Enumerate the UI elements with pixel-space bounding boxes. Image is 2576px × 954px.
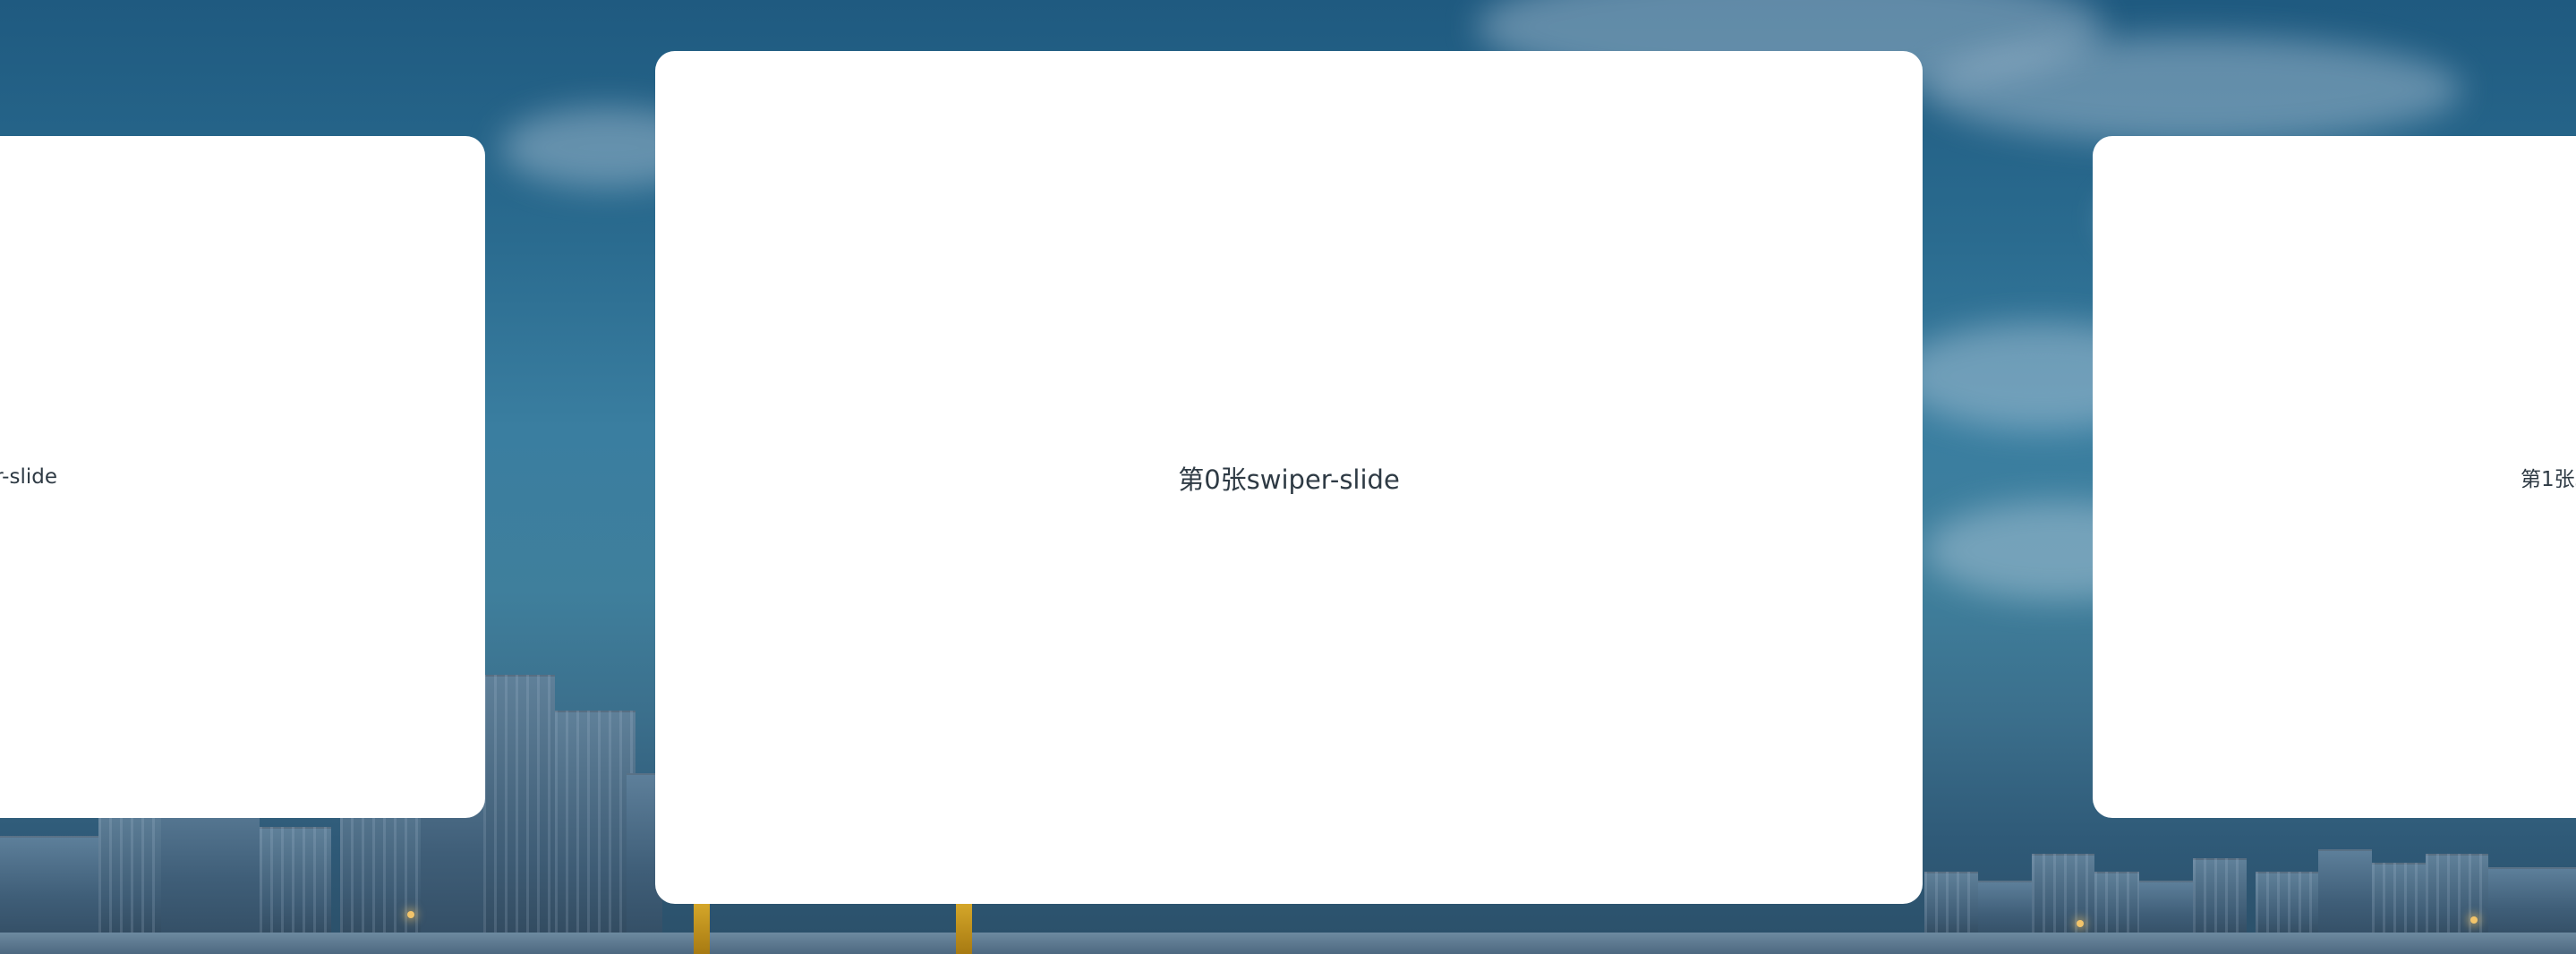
swiper-slide-prev[interactable]: er-slide <box>0 136 485 818</box>
city-light <box>2077 920 2084 927</box>
slide-label: 第1张s <box>2521 468 2576 491</box>
slide-label: 第0张swiper-slide <box>1178 464 1400 495</box>
river <box>0 933 2576 954</box>
swiper-slide-next[interactable]: 第1张s <box>2093 136 2576 818</box>
city-light <box>2470 916 2478 924</box>
pier-post <box>956 902 972 954</box>
slide-label: er-slide <box>0 465 57 489</box>
swiper-container[interactable]: er-slide 第0张swiper-slide 第1张s <box>0 0 2576 954</box>
swiper-slide-active[interactable]: 第0张swiper-slide <box>655 51 1923 904</box>
pier-post <box>694 902 710 954</box>
city-light <box>407 911 414 918</box>
cloud <box>1924 36 2461 143</box>
